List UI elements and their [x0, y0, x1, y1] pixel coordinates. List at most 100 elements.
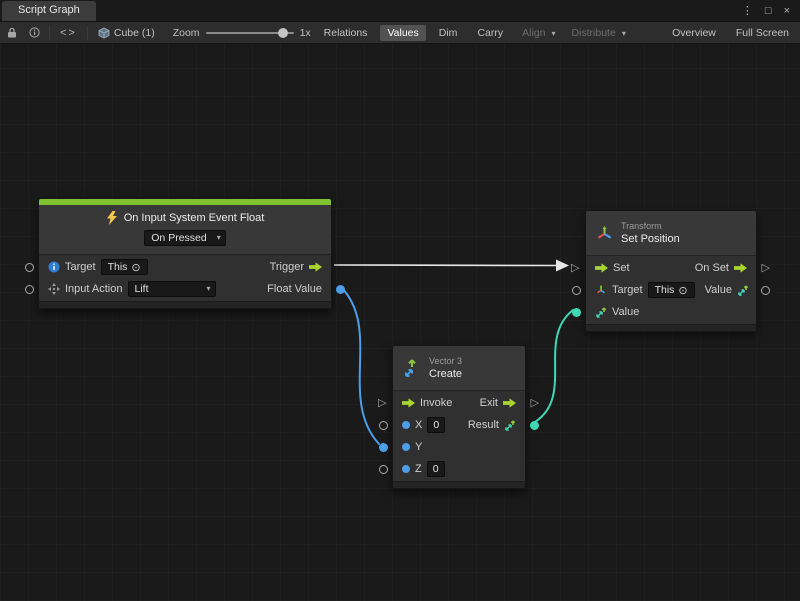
- vector3-title: Create: [429, 368, 462, 380]
- invoke-input-port[interactable]: [378, 395, 386, 411]
- result-output-port[interactable]: [530, 421, 539, 430]
- x-value-field[interactable]: 0: [427, 417, 445, 433]
- distribute-dropdown[interactable]: Distribute: [565, 27, 629, 39]
- code-nav-icon[interactable]: <>: [56, 27, 81, 39]
- event-mode-dropdown[interactable]: On Pressed: [144, 230, 225, 246]
- graph-toolbar: <> Cube (1) Zoom 1x Relations Values Dim…: [0, 22, 800, 44]
- transform-subtitle: Transform: [621, 221, 680, 231]
- input-action-label: Input Action: [65, 283, 123, 295]
- transform-node-body: Set On Set Target This: [586, 255, 756, 324]
- target-input-port[interactable]: [25, 263, 34, 272]
- zoom-slider[interactable]: [206, 27, 294, 39]
- trigger-label: Trigger: [270, 261, 304, 273]
- event-node-footer: [39, 301, 331, 308]
- info-circle-icon: [48, 261, 60, 273]
- close-icon[interactable]: ×: [784, 6, 790, 17]
- node-on-input-system-event-float[interactable]: On Input System Event Float On Pressed T…: [38, 198, 332, 309]
- trigger-output-port[interactable]: [309, 262, 322, 272]
- cube-icon: [98, 27, 110, 39]
- float-type-icon: [402, 421, 410, 429]
- row-target-trigger: Target This Trigger: [39, 256, 331, 278]
- overview-button[interactable]: Overview: [665, 25, 723, 41]
- input-action-icon: [48, 283, 60, 295]
- node-vector3-create[interactable]: Vector 3 Create Invoke Exit: [392, 345, 526, 489]
- toolbar-separator: [87, 26, 88, 40]
- dim-button[interactable]: Dim: [432, 25, 465, 41]
- transform-node-footer: [586, 324, 756, 331]
- target-object-value: This: [108, 261, 128, 273]
- vector3-node-header: Vector 3 Create: [393, 346, 525, 390]
- y-input-port[interactable]: [379, 443, 388, 452]
- float-value-label: Float Value: [267, 283, 322, 295]
- value-output-port[interactable]: [761, 286, 770, 295]
- input-action-value: Lift: [135, 283, 149, 295]
- row-y: Y: [393, 436, 525, 458]
- relations-button[interactable]: Relations: [317, 25, 375, 41]
- event-node-body: Target This Trigger Inp: [39, 254, 331, 301]
- info-icon[interactable]: [26, 27, 43, 38]
- z-value-field[interactable]: 0: [427, 461, 445, 477]
- set-input-port[interactable]: [571, 260, 579, 276]
- row-value-in: Value: [586, 301, 756, 323]
- row-z: Z 0: [393, 458, 525, 480]
- float-value-output-port[interactable]: [336, 285, 345, 294]
- values-button[interactable]: Values: [380, 25, 425, 41]
- target-label: Target: [65, 261, 96, 273]
- script-graph-window: Script Graph ⋮ □ × <> Cube (1) Zoom: [0, 0, 800, 601]
- row-set-onset: Set On Set: [586, 257, 756, 279]
- zoom-value: 1x: [300, 27, 311, 39]
- wire-result-to-value[interactable]: [535, 310, 573, 422]
- zoom-control: Zoom 1x: [173, 27, 311, 39]
- transform-target-pill[interactable]: This: [648, 282, 695, 298]
- flow-arrow-icon: [595, 263, 608, 273]
- graph-canvas[interactable]: On Input System Event Float On Pressed T…: [0, 44, 800, 601]
- transform-mini-icon: [595, 284, 607, 296]
- carry-button[interactable]: Carry: [470, 25, 510, 41]
- node-transform-set-position[interactable]: Transform Set Position Set On Set: [585, 210, 757, 332]
- wire-floatvalue-to-y[interactable]: [341, 287, 379, 444]
- value-in-label: Value: [612, 306, 639, 318]
- align-dropdown[interactable]: Align: [516, 27, 559, 39]
- vector-type-icon: [595, 306, 607, 318]
- event-node-header: On Input System Event Float On Pressed: [39, 205, 331, 254]
- flow-arrow-icon: [402, 398, 415, 408]
- float-type-icon: [402, 465, 410, 473]
- value-out-label: Value: [705, 284, 732, 296]
- on-set-output-port[interactable]: [762, 260, 770, 276]
- exit-output-port[interactable]: [531, 395, 539, 411]
- tab-title: Script Graph: [18, 4, 80, 16]
- wire-trigger-to-set[interactable]: [334, 265, 556, 266]
- graph-target-button[interactable]: Cube (1): [94, 27, 159, 39]
- row-invoke-exit: Invoke Exit: [393, 392, 525, 414]
- zoom-label: Zoom: [173, 27, 200, 39]
- zoom-slider-handle[interactable]: [278, 28, 288, 38]
- window-controls: ⋮ □ ×: [742, 6, 800, 21]
- vector3-node-footer: [393, 481, 525, 488]
- z-label: Z: [415, 463, 422, 475]
- maximize-icon[interactable]: □: [765, 6, 772, 17]
- y-label: Y: [415, 441, 422, 453]
- graph-target-label: Cube (1): [114, 27, 155, 39]
- wire-trigger-arrowhead: [556, 260, 569, 272]
- menu-icon[interactable]: ⋮: [742, 6, 753, 17]
- tab-script-graph[interactable]: Script Graph: [2, 1, 96, 21]
- row-inputaction-floatvalue: Input Action Lift Float Value: [39, 278, 331, 300]
- input-action-dropdown[interactable]: Lift: [128, 281, 216, 297]
- toolbar-separator: [49, 26, 50, 40]
- transform-target-input-port[interactable]: [572, 286, 581, 295]
- vector3-node-body: Invoke Exit X 0 Result: [393, 390, 525, 481]
- target-object-pill[interactable]: This: [101, 259, 148, 275]
- transform-target-value: This: [655, 284, 675, 296]
- x-label: X: [415, 419, 422, 431]
- x-input-port[interactable]: [379, 421, 388, 430]
- fullscreen-button[interactable]: Full Screen: [729, 25, 796, 41]
- object-picker-icon: [131, 261, 140, 274]
- input-action-port[interactable]: [25, 285, 34, 294]
- exit-label: Exit: [480, 397, 498, 409]
- lock-icon[interactable]: [4, 27, 20, 38]
- set-label: Set: [613, 262, 630, 274]
- value-input-port[interactable]: [572, 308, 581, 317]
- vector3-subtitle: Vector 3: [429, 356, 462, 366]
- lightning-icon: [106, 211, 118, 225]
- z-input-port[interactable]: [379, 465, 388, 474]
